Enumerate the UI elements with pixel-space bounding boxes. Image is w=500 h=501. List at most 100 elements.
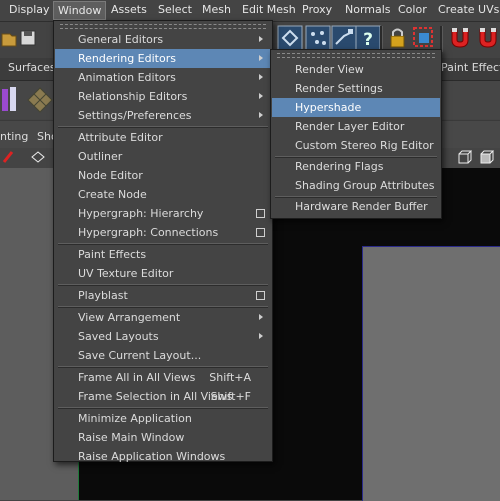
menu-assets[interactable]: Assets bbox=[111, 3, 147, 16]
menu-bar: Display Window Assets Select Mesh Edit M… bbox=[0, 0, 500, 22]
menu-item-playblast[interactable]: Playblast bbox=[55, 286, 271, 305]
menu-item-label: Outliner bbox=[78, 150, 123, 163]
menu-normals[interactable]: Normals bbox=[345, 3, 391, 16]
menu-item-create-node[interactable]: Create Node bbox=[55, 185, 271, 204]
menu-item-label: Attribute Editor bbox=[78, 131, 163, 144]
camera-icon[interactable] bbox=[2, 150, 16, 164]
menu-item-label: Minimize Application bbox=[78, 412, 192, 425]
wireframe-icon[interactable] bbox=[30, 150, 46, 164]
menu-item-label: Hypergraph: Connections bbox=[78, 226, 219, 239]
menu-item-raise-application-windows[interactable]: Raise Application Windows bbox=[55, 447, 271, 466]
menu-item-label: Animation Editors bbox=[78, 71, 176, 84]
soft-magnet-icon[interactable] bbox=[474, 24, 500, 52]
menu-display[interactable]: Display bbox=[9, 3, 50, 16]
option-box-icon[interactable] bbox=[256, 291, 265, 300]
window-menu: General Editors Rendering Editors Animatio… bbox=[53, 20, 273, 463]
submenu-arrow-icon bbox=[259, 55, 263, 61]
menu-item-label: Render Layer Editor bbox=[295, 120, 405, 133]
viewport-plane-object[interactable] bbox=[362, 246, 500, 501]
menu-mesh[interactable]: Mesh bbox=[202, 3, 231, 16]
cube-textured-icon[interactable] bbox=[478, 150, 494, 166]
menu-item-render-layer-editor[interactable]: Render Layer Editor bbox=[272, 117, 440, 136]
menu-item-rendering-editors[interactable]: Rendering Editors bbox=[55, 49, 271, 68]
menu-item-label: Node Editor bbox=[78, 169, 143, 182]
submenu-arrow-icon bbox=[259, 36, 263, 42]
option-box-icon[interactable] bbox=[256, 228, 265, 237]
menu-item-hypergraph-hierarchy[interactable]: Hypergraph: Hierarchy bbox=[55, 204, 271, 223]
menu-item-relationship-editors[interactable]: Relationship Editors bbox=[55, 87, 271, 106]
paint-brush-icon[interactable] bbox=[0, 85, 24, 115]
option-box-icon[interactable] bbox=[256, 209, 265, 218]
save-scene-icon[interactable] bbox=[18, 24, 46, 52]
menu-item-label: Custom Stereo Rig Editor bbox=[295, 139, 434, 152]
menu-item-rendering-flags[interactable]: Rendering Flags bbox=[272, 157, 440, 176]
lock-icon[interactable] bbox=[384, 24, 412, 52]
menu-item-shortcut: Shift+F bbox=[210, 390, 251, 403]
menu-item-saved-layouts[interactable]: Saved Layouts bbox=[55, 327, 271, 346]
grid-plane-icon[interactable] bbox=[26, 85, 54, 115]
menu-window[interactable]: Window bbox=[53, 1, 107, 20]
menu-item-attribute-editor[interactable]: Attribute Editor bbox=[55, 128, 271, 147]
menu-item-label: Render Settings bbox=[295, 82, 383, 95]
menu-item-frame-all-in-all-views[interactable]: Frame All in All Views Shift+A bbox=[55, 368, 271, 387]
menu-item-hardware-render-buffer[interactable]: Hardware Render Buffer bbox=[272, 197, 440, 216]
menu-create-uvs[interactable]: Create UVs bbox=[438, 3, 499, 16]
menu-item-render-settings[interactable]: Render Settings bbox=[272, 79, 440, 98]
menu-item-outliner[interactable]: Outliner bbox=[55, 147, 271, 166]
menu-tear-off[interactable] bbox=[60, 24, 266, 29]
menu-item-label: Frame All in All Views bbox=[78, 371, 196, 384]
menu-item-shading-group-attributes[interactable]: Shading Group Attributes bbox=[272, 176, 440, 195]
menu-item-label: Save Current Layout... bbox=[78, 349, 202, 362]
svg-text:?: ? bbox=[363, 30, 373, 50]
menu-item-view-arrangement[interactable]: View Arrangement bbox=[55, 308, 271, 327]
menu-item-label: Relationship Editors bbox=[78, 90, 188, 103]
submenu-arrow-icon bbox=[259, 314, 263, 320]
menu-item-custom-stereo-rig-editor[interactable]: Custom Stereo Rig Editor bbox=[272, 136, 440, 155]
menu-item-general-editors[interactable]: General Editors bbox=[55, 30, 271, 49]
menu-item-label: Settings/Preferences bbox=[78, 109, 192, 122]
menu-item-label: Playblast bbox=[78, 289, 128, 302]
menu-proxy[interactable]: Proxy bbox=[302, 3, 332, 16]
snap-grid-icon[interactable] bbox=[276, 24, 304, 52]
menu-item-label: Hardware Render Buffer bbox=[295, 200, 428, 213]
menu-select[interactable]: Select bbox=[158, 3, 192, 16]
menu-edit-mesh[interactable]: Edit Mesh bbox=[242, 3, 296, 16]
submenu-arrow-icon bbox=[259, 333, 263, 339]
menu-tear-off[interactable] bbox=[277, 53, 435, 58]
menu-item-frame-selection-in-all-views[interactable]: Frame Selection in All Views Shift+F bbox=[55, 387, 271, 406]
submenu-arrow-icon bbox=[259, 74, 263, 80]
panel-label-painting[interactable]: nting bbox=[0, 130, 28, 143]
menu-item-label: Rendering Editors bbox=[78, 52, 176, 65]
menu-item-label: Render View bbox=[295, 63, 364, 76]
menu-item-save-current-layout[interactable]: Save Current Layout... bbox=[55, 346, 271, 365]
menu-color[interactable]: Color bbox=[398, 3, 427, 16]
shelf-tab-paint-effects[interactable]: Paint Effects bbox=[441, 61, 500, 74]
select-highlight-icon[interactable] bbox=[410, 24, 438, 52]
menu-item-label: Frame Selection in All Views bbox=[78, 390, 233, 403]
menu-item-minimize-application[interactable]: Minimize Application bbox=[55, 409, 271, 428]
magnet-icon[interactable] bbox=[446, 24, 474, 52]
menu-item-label: Saved Layouts bbox=[78, 330, 159, 343]
menu-item-label: Raise Main Window bbox=[78, 431, 185, 444]
menu-item-label: Rendering Flags bbox=[295, 160, 384, 173]
menu-item-label: View Arrangement bbox=[78, 311, 181, 324]
menu-item-label: Hypergraph: Hierarchy bbox=[78, 207, 204, 220]
menu-item-node-editor[interactable]: Node Editor bbox=[55, 166, 271, 185]
rendering-editors-submenu: Render View Render Settings Hypershade Rend… bbox=[270, 49, 442, 219]
shelf-tab-surfaces[interactable]: Surfaces bbox=[8, 61, 56, 74]
menu-item-paint-effects[interactable]: Paint Effects bbox=[55, 245, 271, 264]
menu-item-uv-texture-editor[interactable]: UV Texture Editor bbox=[55, 264, 271, 283]
menu-item-raise-main-window[interactable]: Raise Main Window bbox=[55, 428, 271, 447]
menu-item-animation-editors[interactable]: Animation Editors bbox=[55, 68, 271, 87]
menu-item-shortcut: Shift+A bbox=[209, 371, 251, 384]
menu-item-settings-preferences[interactable]: Settings/Preferences bbox=[55, 106, 271, 125]
menu-item-render-view[interactable]: Render View bbox=[272, 60, 440, 79]
cube-shaded-icon[interactable] bbox=[456, 150, 472, 166]
menu-item-hypergraph-connections[interactable]: Hypergraph: Connections bbox=[55, 223, 271, 242]
submenu-arrow-icon bbox=[259, 93, 263, 99]
menu-item-label: Hypershade bbox=[295, 101, 362, 114]
menu-item-hypershade[interactable]: Hypershade bbox=[272, 98, 440, 117]
snap-points-icon[interactable] bbox=[304, 24, 332, 52]
help-icon[interactable]: ? bbox=[354, 24, 382, 52]
submenu-arrow-icon bbox=[259, 112, 263, 118]
